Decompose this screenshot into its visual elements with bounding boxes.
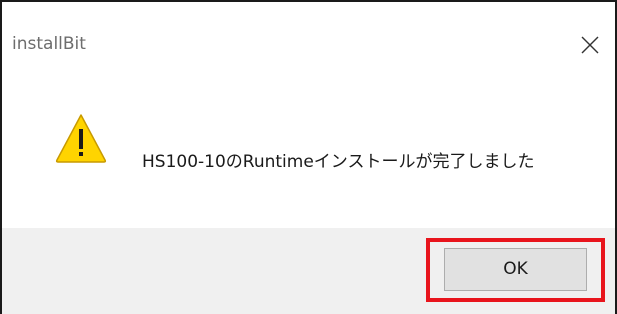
close-icon [581, 36, 599, 54]
title-bar[interactable]: installBit [2, 2, 615, 82]
message-dialog: installBit HS100-10のRuntimeインストールが完了しました… [0, 0, 617, 314]
dialog-message: HS100-10のRuntimeインストールが完了しました [142, 152, 535, 172]
warning-icon [55, 114, 107, 163]
window-title: installBit [12, 34, 86, 54]
dialog-content: HS100-10のRuntimeインストールが完了しました [2, 82, 615, 198]
button-bar: OK [2, 228, 615, 314]
ok-button[interactable]: OK [444, 248, 587, 291]
close-button[interactable] [575, 30, 605, 60]
